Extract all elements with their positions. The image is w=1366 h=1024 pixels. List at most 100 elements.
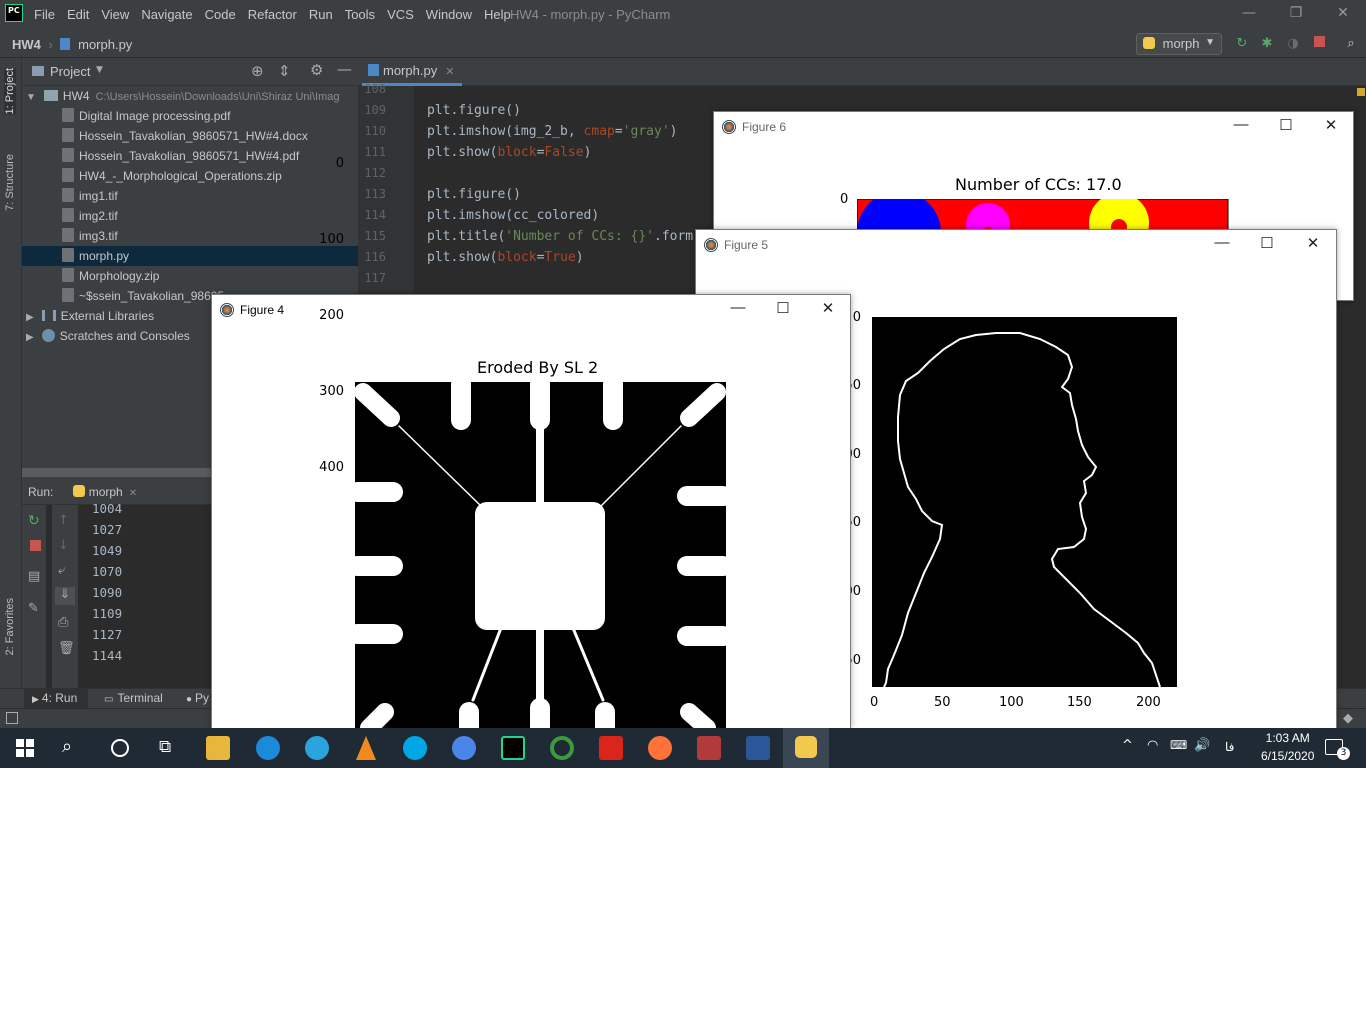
- code-line[interactable]: plt.show(block=False): [427, 145, 591, 160]
- menu-window[interactable]: Window: [426, 7, 472, 22]
- maximize-button[interactable]: ☐: [1275, 116, 1297, 136]
- clock[interactable]: 1:03 AM 6/15/2020: [1261, 731, 1314, 763]
- menu-file[interactable]: File: [34, 7, 55, 22]
- close-tab-icon[interactable]: ✕: [129, 488, 137, 499]
- gear-icon[interactable]: ⚙: [310, 61, 323, 79]
- debug-icon[interactable]: ✱: [1259, 36, 1275, 52]
- pycharm-taskbar-icon[interactable]: [501, 736, 525, 760]
- code-line[interactable]: plt.title('Number of CCs: {}'.form: [427, 229, 693, 244]
- warning-marker[interactable]: [1357, 88, 1365, 96]
- close-button[interactable]: ✕: [1320, 116, 1342, 136]
- tree-file-item[interactable]: morph.py: [22, 246, 358, 266]
- tool-tab-project[interactable]: 1: Project: [4, 68, 16, 115]
- tool-tab-favorites[interactable]: 2: Favorites: [4, 598, 16, 655]
- tree-file-item[interactable]: HW4_-_Morphological_Operations.zip: [22, 166, 358, 186]
- edge-icon[interactable]: [256, 736, 280, 760]
- windows-start-icon[interactable]: [16, 739, 34, 757]
- trash-icon[interactable]: 🗑: [58, 641, 75, 656]
- chevron-down-icon[interactable]: ▼: [96, 65, 103, 75]
- chrome-icon[interactable]: [452, 736, 476, 760]
- tree-file-item[interactable]: img3.tif: [22, 226, 358, 246]
- tree-root[interactable]: ▼ HW4 C:\Users\Hossein\Downloads\Uni\Shira…: [22, 86, 358, 106]
- scroll-to-end-icon[interactable]: ⇓: [55, 587, 75, 605]
- bottom-tab-terminal[interactable]: ▭ Terminal: [104, 691, 163, 705]
- tree-file-item[interactable]: Hossein_Tavakolian_9860571_HW#4.pdf: [22, 146, 358, 166]
- show-hidden-icons-icon[interactable]: ^: [1122, 738, 1133, 753]
- action-center-icon[interactable]: 3: [1325, 739, 1350, 760]
- tool-windows-icon[interactable]: [6, 712, 18, 724]
- tool-tab-structure[interactable]: 7: Structure: [4, 154, 16, 211]
- firefox-icon[interactable]: [648, 736, 672, 760]
- run-config-dropdown[interactable]: morph ▼: [1136, 33, 1222, 55]
- close-button[interactable]: ✕: [817, 299, 839, 319]
- menu-navigate[interactable]: Navigate: [141, 7, 192, 22]
- stop-icon[interactable]: [1311, 36, 1327, 52]
- file-explorer-icon[interactable]: [206, 736, 230, 760]
- rerun-icon[interactable]: ↻: [28, 513, 40, 529]
- run-tab-label[interactable]: morph: [89, 485, 123, 499]
- minimize-button[interactable]: —: [1234, 5, 1264, 25]
- horizontal-scrollbar[interactable]: [22, 468, 212, 477]
- language-indicator[interactable]: فا: [1225, 740, 1234, 754]
- maximize-button[interactable]: ☐: [1256, 234, 1278, 254]
- cortana-icon[interactable]: [111, 739, 129, 757]
- code-line[interactable]: plt.imshow(cc_colored): [427, 208, 599, 223]
- menu-help[interactable]: Help: [484, 7, 511, 22]
- matlab-like-icon[interactable]: [697, 736, 721, 760]
- wifi-icon[interactable]: ◠: [1147, 738, 1158, 753]
- editor-scrollbar[interactable]: [1354, 86, 1366, 696]
- menu-run[interactable]: Run: [309, 7, 333, 22]
- acrobat-icon[interactable]: [599, 736, 623, 760]
- search-icon[interactable]: ⌕: [1343, 36, 1359, 52]
- minimize-button[interactable]: —: [727, 299, 749, 319]
- tree-file-item[interactable]: img2.tif: [22, 206, 358, 226]
- tree-file-item[interactable]: Morphology.zip: [22, 266, 358, 286]
- close-button[interactable]: ✕: [1302, 234, 1324, 254]
- menu-tools[interactable]: Tools: [345, 7, 375, 22]
- scroll-down-icon[interactable]: ↓: [58, 538, 69, 553]
- breadcrumb-file[interactable]: morph.py: [78, 37, 132, 52]
- bottom-tab-run[interactable]: ▶ 4: Run: [24, 689, 88, 709]
- close-button[interactable]: ✕: [1328, 5, 1358, 25]
- soft-wrap-icon[interactable]: ⤶: [58, 563, 65, 578]
- menu-edit[interactable]: Edit: [67, 7, 89, 22]
- print-icon[interactable]: ⎙: [58, 615, 68, 630]
- stop-icon[interactable]: [30, 540, 41, 551]
- locate-icon[interactable]: ⊕: [251, 62, 264, 80]
- project-panel-title[interactable]: Project: [50, 64, 90, 79]
- vlc-icon[interactable]: [356, 736, 376, 760]
- scroll-up-icon[interactable]: ↑: [58, 513, 69, 528]
- minimize-button[interactable]: —: [1230, 116, 1252, 136]
- tree-file-item[interactable]: Hossein_Tavakolian_9860571_HW#4.docx: [22, 126, 358, 146]
- pin-icon[interactable]: ✎: [28, 601, 39, 616]
- tree-file-item[interactable]: img1.tif: [22, 186, 358, 206]
- word-icon[interactable]: [746, 736, 770, 760]
- sync-app-icon[interactable]: [550, 736, 574, 760]
- rerun-icon[interactable]: ↻: [1234, 36, 1250, 52]
- hide-panel-icon[interactable]: —: [337, 60, 352, 78]
- layout-icon[interactable]: ▤: [28, 569, 40, 584]
- skype-icon[interactable]: [403, 736, 427, 760]
- code-line[interactable]: plt.imshow(img_2_b, cmap='gray'): [427, 124, 677, 139]
- breadcrumb-project[interactable]: HW4: [12, 37, 41, 52]
- run-output[interactable]: 1004 1027 1049 1070 1090 1109 1127 1144: [92, 498, 122, 666]
- menu-refactor[interactable]: Refactor: [248, 7, 297, 22]
- close-tab-icon[interactable]: ✕: [445, 66, 454, 78]
- task-view-icon[interactable]: ⧉: [159, 737, 171, 757]
- restore-button[interactable]: ❐: [1281, 5, 1311, 25]
- maximize-button[interactable]: ☐: [772, 299, 794, 319]
- coverage-icon[interactable]: ◑: [1285, 36, 1301, 52]
- bottom-tab-python-console[interactable]: ● Py: [186, 691, 209, 705]
- minimize-button[interactable]: —: [1211, 234, 1233, 254]
- menu-view[interactable]: View: [101, 7, 129, 22]
- search-icon[interactable]: ⌕: [62, 736, 72, 757]
- python-taskbar-button[interactable]: [783, 728, 829, 768]
- event-log-icon[interactable]: ◆: [1343, 711, 1353, 726]
- tree-file-item[interactable]: Digital Image processing.pdf: [22, 106, 358, 126]
- telegram-icon[interactable]: [305, 736, 329, 760]
- menu-vcs[interactable]: VCS: [387, 7, 414, 22]
- volume-icon[interactable]: 🔊: [1194, 738, 1210, 753]
- keyboard-icon[interactable]: ⌨: [1170, 738, 1187, 752]
- menu-code[interactable]: Code: [205, 7, 236, 22]
- code-line[interactable]: plt.figure(): [427, 187, 521, 202]
